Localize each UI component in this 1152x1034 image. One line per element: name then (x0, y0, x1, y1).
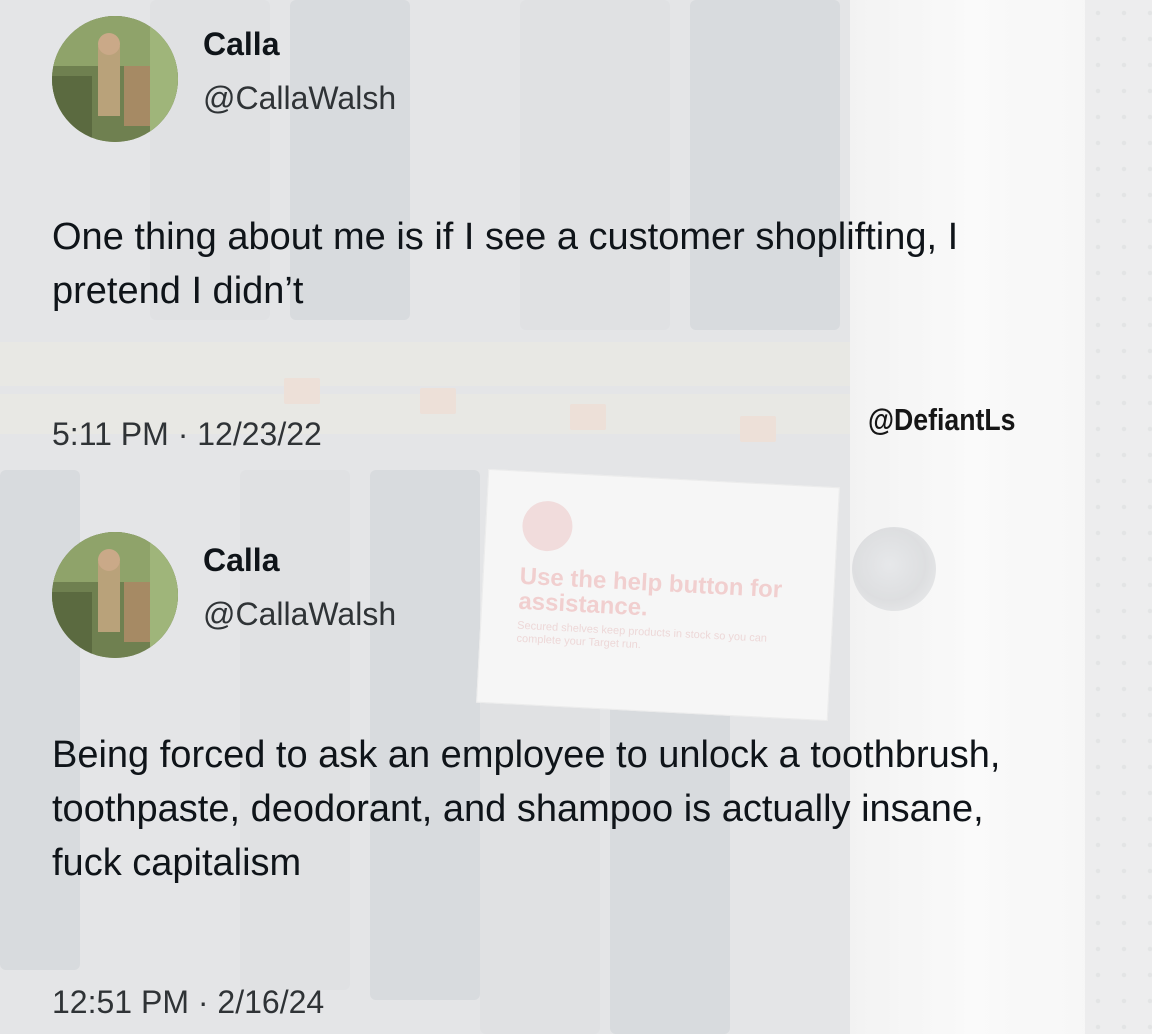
user-handle[interactable]: @CallaWalsh (203, 594, 396, 634)
tweet-text: Being forced to ask an employee to unloc… (52, 734, 1001, 884)
display-name[interactable]: Calla (203, 540, 279, 580)
display-name[interactable]: Calla (203, 24, 279, 64)
tweet-timestamp[interactable]: 12:51 PM · 2/16/24 (52, 982, 324, 1022)
avatar[interactable] (52, 16, 178, 142)
tweet-timestamp[interactable]: 5:11 PM · 12/23/22 (52, 414, 322, 454)
avatar-image (52, 16, 178, 142)
user-handle[interactable]: @CallaWalsh (203, 78, 396, 118)
avatar[interactable] (52, 532, 178, 658)
avatar-image (52, 532, 178, 658)
tweet-text: One thing about me is if I see a custome… (52, 216, 959, 312)
watermark: @DefiantLs (868, 402, 1016, 437)
